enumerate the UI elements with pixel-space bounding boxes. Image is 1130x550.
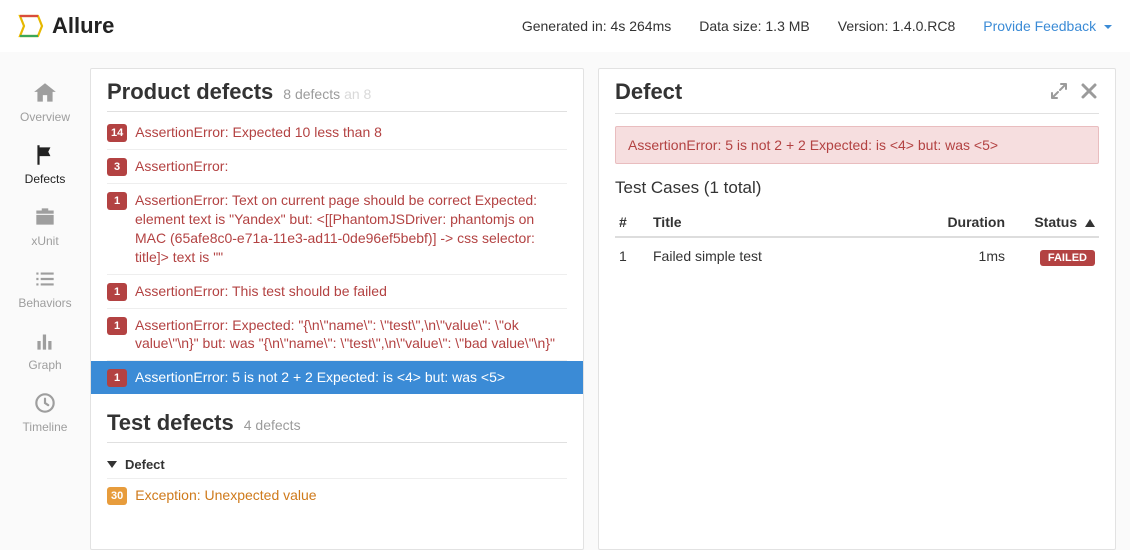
col-status-label: Status <box>1034 214 1077 230</box>
briefcase-icon <box>32 204 58 230</box>
case-status: FAILED <box>1009 237 1099 274</box>
sort-asc-icon <box>1085 219 1095 227</box>
test-defects-count: 4 defects <box>244 417 301 433</box>
home-icon <box>32 80 58 106</box>
sidebar-item-label: Behaviors <box>18 296 71 310</box>
defect-row[interactable]: 14 AssertionError: Expected 10 less than … <box>107 116 567 150</box>
case-title: Failed simple test <box>649 237 929 274</box>
defect-message: AssertionError: Text on current page sho… <box>135 191 567 267</box>
provide-feedback-label: Provide Feedback <box>983 18 1096 34</box>
defect-message: AssertionError: This test should be fail… <box>135 282 387 301</box>
defect-row[interactable]: 1 AssertionError: Expected: "{\n\"name\":… <box>107 309 567 362</box>
defect-count-badge: 1 <box>107 192 127 210</box>
defect-count-badge: 14 <box>107 124 127 142</box>
col-title[interactable]: Title <box>649 208 929 237</box>
sidebar-item-label: Defects <box>25 172 66 186</box>
defects-list-panel: Product defects 8 defects an 8 14 Asserti… <box>90 68 584 550</box>
sidebar-item-label: Timeline <box>23 420 68 434</box>
defect-row[interactable]: 3 AssertionError: <box>107 150 567 184</box>
generated-in-label: Generated in: 4s 264ms <box>522 18 671 34</box>
defect-message: Exception: Unexpected value <box>135 486 316 505</box>
caret-down-icon <box>1104 25 1112 29</box>
test-defects-collapse-label: Defect <box>125 457 165 472</box>
defect-detail-title: Defect <box>615 79 682 105</box>
expand-icon[interactable] <box>1049 81 1069 104</box>
sidebar-item-overview[interactable]: Overview <box>0 70 90 132</box>
chevron-down-icon <box>107 461 117 468</box>
col-duration[interactable]: Duration <box>929 208 1009 237</box>
app-logo[interactable]: Allure <box>18 13 114 39</box>
product-defects-ghost-text: an 8 <box>344 86 371 102</box>
defect-count-badge: 30 <box>107 487 127 505</box>
table-row[interactable]: 1Failed simple test1ms FAILED <box>615 237 1099 274</box>
sidebar-item-behaviors[interactable]: Behaviors <box>0 256 90 318</box>
app-name: Allure <box>52 13 114 39</box>
status-badge: FAILED <box>1040 250 1095 266</box>
defect-row[interactable]: 1 AssertionError: Text on current page sh… <box>107 184 567 275</box>
defect-count-badge: 3 <box>107 158 127 176</box>
defect-message: AssertionError: Expected: "{\n\"name\": … <box>135 316 567 354</box>
defect-count-badge: 1 <box>107 317 127 335</box>
sidebar-nav: Overview Defects xUnit Behaviors Graph Timeli… <box>0 52 90 550</box>
product-defects-count: 8 defects <box>283 86 340 102</box>
product-defects-heading: Product defects 8 defects an 8 <box>107 79 567 112</box>
test-cases-table: # Title Duration Status 1Failed simple t… <box>615 208 1099 274</box>
test-defects-heading: Test defects 4 defects <box>107 410 567 443</box>
defect-count-badge: 1 <box>107 283 127 301</box>
defect-error-banner: AssertionError: 5 is not 2 + 2 Expected:… <box>615 126 1099 164</box>
product-defects-title: Product defects <box>107 79 273 105</box>
case-duration: 1ms <box>929 237 1009 274</box>
col-status[interactable]: Status <box>1009 208 1099 237</box>
defect-row[interactable]: 30 Exception: Unexpected value <box>107 479 567 512</box>
test-cases-heading: Test Cases (1 total) <box>615 178 1099 198</box>
flag-icon <box>32 142 58 168</box>
defect-detail-panel: Defect AssertionError: 5 is not 2 + 2 Ex… <box>598 68 1116 550</box>
case-number: 1 <box>615 237 649 274</box>
defect-message: AssertionError: <box>135 157 228 176</box>
list-icon <box>32 266 58 292</box>
sidebar-item-timeline[interactable]: Timeline <box>0 380 90 442</box>
defect-message: AssertionError: 5 is not 2 + 2 Expected:… <box>135 368 505 387</box>
allure-logo-icon <box>18 13 44 39</box>
clock-icon <box>32 390 58 416</box>
sidebar-item-label: Overview <box>20 110 70 124</box>
close-icon[interactable] <box>1079 81 1099 104</box>
test-defects-collapse[interactable]: Defect <box>107 447 567 479</box>
defect-message: AssertionError: Expected 10 less than 8 <box>135 123 382 142</box>
defect-row[interactable]: 1 AssertionError: 5 is not 2 + 2 Expected… <box>91 361 583 394</box>
sidebar-item-graph[interactable]: Graph <box>0 318 90 380</box>
version-label: Version: 1.4.0.RC8 <box>838 18 956 34</box>
app-header: Allure Generated in: 4s 264ms Data size:… <box>0 0 1130 52</box>
test-defects-title: Test defects <box>107 410 234 436</box>
bars-icon <box>32 328 58 354</box>
sidebar-item-label: xUnit <box>31 234 58 248</box>
sidebar-item-label: Graph <box>28 358 61 372</box>
provide-feedback-link[interactable]: Provide Feedback <box>983 18 1112 34</box>
col-number[interactable]: # <box>615 208 649 237</box>
defect-count-badge: 1 <box>107 369 127 387</box>
defect-row[interactable]: 1 AssertionError: This test should be fai… <box>107 275 567 309</box>
sidebar-item-xunit[interactable]: xUnit <box>0 194 90 256</box>
sidebar-item-defects[interactable]: Defects <box>0 132 90 194</box>
data-size-label: Data size: 1.3 MB <box>699 18 810 34</box>
